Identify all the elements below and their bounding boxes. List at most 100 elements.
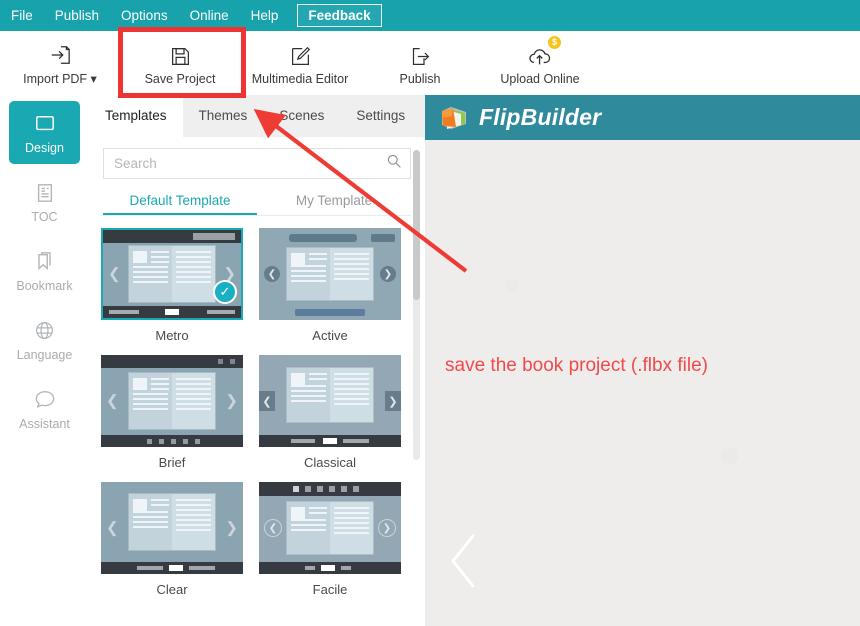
thumb-prev-icon: ❮ [108,265,121,283]
menu-item-publish[interactable]: Publish [44,0,110,31]
upload-online-label: Upload Online [500,71,580,86]
thumb-prev-icon: ❮ [259,391,275,411]
design-frame-icon [34,111,56,137]
thumb-book [129,494,215,551]
sidebar-item-toc[interactable]: TOC [9,170,80,233]
template-card-metro[interactable]: ❮ ❯ ✓ Metro [101,228,243,343]
thumb-book [287,502,373,554]
thumb-next-icon: ❯ [225,519,238,537]
upload-online-button[interactable]: $ Upload Online [480,34,600,92]
selected-check-icon: ✓ [213,280,237,304]
panel-body: Default Template My Template ❮ ❯ [89,137,425,626]
template-card-brief[interactable]: ❮ ❯ Brief [101,355,243,470]
thumb-next-icon: ❯ [380,266,396,282]
import-pdf-label: Import PDF ▾ [23,72,97,86]
sidebar-item-toc-label: TOC [31,209,58,224]
thumb-toolbar-top [101,355,243,368]
chevron-left-icon[interactable] [447,532,481,590]
subtab-my-template[interactable]: My Template [257,189,411,215]
thumb-toolbar-bottom [101,435,243,447]
feedback-button[interactable]: Feedback [297,4,382,27]
thumb-next-icon: ❯ [385,391,401,411]
template-name: Classical [303,455,356,470]
save-project-highlight-box [118,27,246,98]
search-icon[interactable] [386,153,402,174]
panel-scrollbar-thumb[interactable] [413,150,420,300]
thumb-prev-icon: ❮ [106,519,119,537]
cloud-upload-icon: $ [528,35,561,67]
annotation-text: save the book project (.flbx file) [445,355,708,376]
publish-button[interactable]: Publish [360,34,480,92]
template-name: Active [312,328,348,343]
menu-item-file[interactable]: File [0,0,44,31]
import-pdf-icon [49,40,71,66]
thumb-page-dots [295,309,365,316]
sidebar-item-bookmark-label: Bookmark [16,278,73,293]
preview-body: save the book project (.flbx file) [425,140,860,626]
template-card-active[interactable]: ❮ ❯ Active [259,228,401,343]
thumb-toolbar-top [103,230,241,243]
tab-scenes[interactable]: Scenes [263,95,340,137]
template-thumb[interactable]: ❮ ❯ [259,355,401,447]
tab-templates[interactable]: Templates [89,95,183,137]
flipbuilder-logo-icon [439,105,469,131]
multimedia-editor-label: Multimedia Editor [251,71,349,86]
thumb-book [287,248,373,300]
template-thumb[interactable]: ❮ ❯ [259,228,401,320]
sidebar-item-design-label: Design [25,140,64,155]
sidebar-item-language-label: Language [16,347,73,362]
tab-themes[interactable]: Themes [183,95,264,137]
template-name: Brief [158,455,186,470]
thumb-toolbar-bottom [259,562,401,574]
template-thumb[interactable]: ❮ ❯ [259,482,401,574]
chat-bubble-icon [34,387,56,413]
thumb-prev-icon: ❮ [264,266,280,282]
thumb-toolbar-bottom [259,435,401,447]
search-input[interactable] [112,155,386,172]
design-panel: Templates Themes Scenes Settings Default… [89,95,425,626]
thumb-book [287,368,373,423]
template-card-facile[interactable]: ❮ ❯ Facile [259,482,401,597]
template-name: Clear [156,582,188,597]
globe-icon [34,318,55,344]
sidebar: Design TOC Bookmark Language Assistant [0,95,90,626]
tab-settings[interactable]: Settings [340,95,421,137]
template-name: Metro [155,328,189,343]
template-card-classical[interactable]: ❮ ❯ Classical [259,355,401,470]
subtab-default-template[interactable]: Default Template [103,189,257,215]
preview-pane: FlipBuilder save the book project (.flbx… [425,95,860,626]
template-thumb[interactable]: ❮ ❯ [101,355,243,447]
publish-label: Publish [399,71,441,86]
search-box[interactable] [103,148,411,179]
sidebar-item-assistant-label: Assistant [19,416,70,431]
thumb-next-icon: ❯ [225,392,238,410]
thumb-toolbar-bottom [101,562,243,574]
thumb-next-icon: ❯ [378,519,396,537]
thumb-book [129,246,215,302]
thumb-toolbar-top [259,482,401,496]
pencil-square-icon [290,41,311,67]
thumb-book [129,373,215,429]
panel-scrollbar[interactable] [413,150,420,460]
template-thumb[interactable]: ❮ ❯ ✓ [101,228,243,320]
sidebar-item-bookmark[interactable]: Bookmark [9,239,80,302]
sidebar-item-assistant[interactable]: Assistant [9,377,80,440]
sidebar-item-design[interactable]: Design [9,101,80,164]
thumb-toolbar-bottom [103,306,241,318]
panel-tabstrip: Templates Themes Scenes Settings [89,95,425,137]
paid-badge: $ [548,35,561,49]
thumb-prev-icon: ❮ [264,519,282,537]
template-grid: ❮ ❯ ✓ Metro ❮ ❯ Active ❮ ❯ Brief ❮ ❯ Cla… [101,228,413,597]
template-card-clear[interactable]: ❮ ❯ Clear [101,482,243,597]
publish-export-icon [410,41,431,67]
multimedia-editor-button[interactable]: Multimedia Editor [240,34,360,92]
sidebar-item-language[interactable]: Language [9,308,80,371]
import-pdf-button[interactable]: Import PDF ▾ [0,34,120,92]
template-subtabs: Default Template My Template [103,189,411,216]
thumb-prev-icon: ❮ [106,392,119,410]
template-name: Facile [312,582,348,597]
template-thumb[interactable]: ❮ ❯ [101,482,243,574]
bookmark-icon [34,249,55,275]
toc-document-icon [35,180,55,206]
menu-item-help[interactable]: Help [240,0,290,31]
